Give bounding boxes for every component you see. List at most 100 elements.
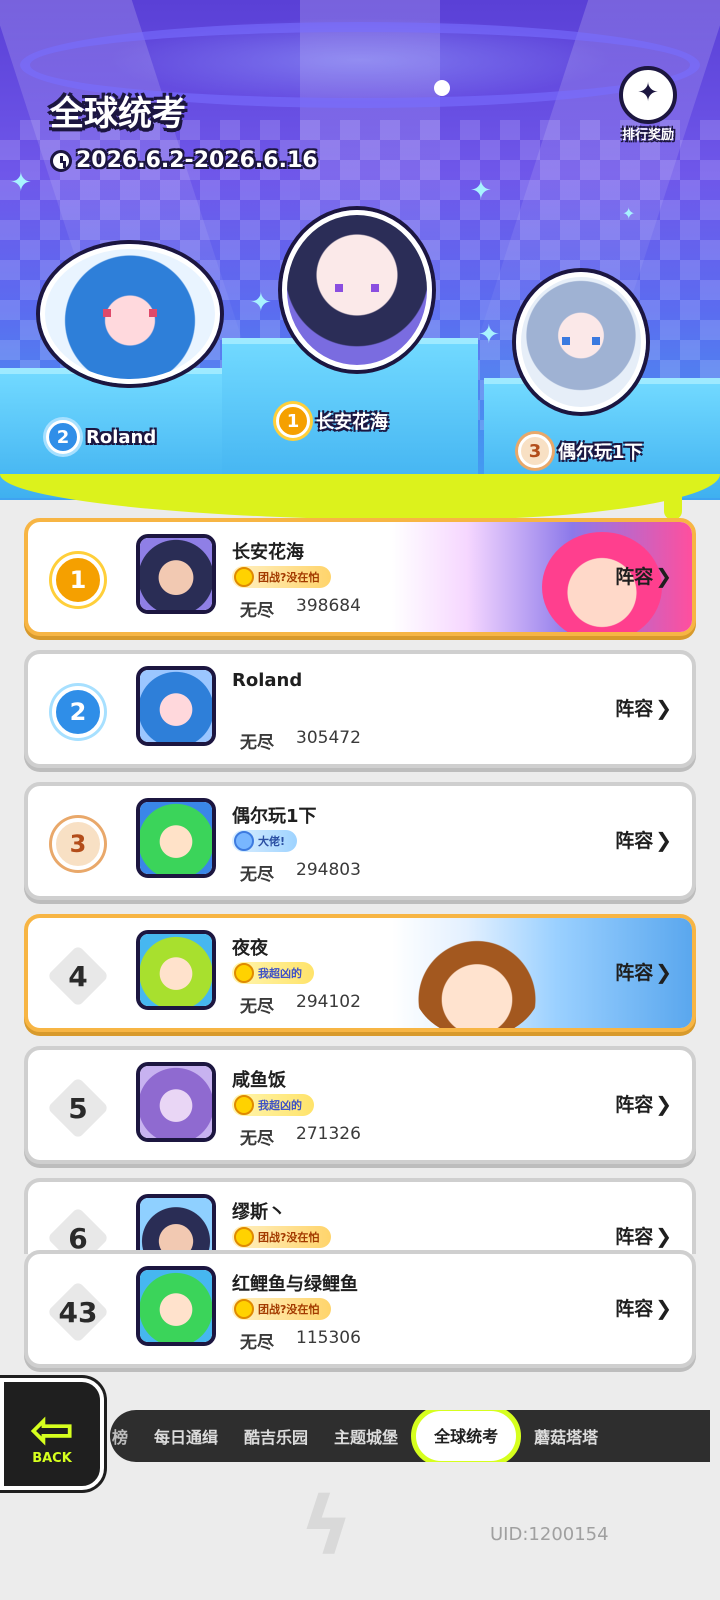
tab-daily-wanted[interactable]: 每日通缉 xyxy=(141,1424,231,1448)
leaderboard-row[interactable]: 1 长安花海 团战?没在怕 无尽 398684 阵容 ❯ xyxy=(24,518,696,636)
podium-winner-third: 3 偶尔玩1下 xyxy=(518,434,643,468)
score-value: 305472 xyxy=(296,728,361,748)
game-mode: 无尽 xyxy=(240,997,274,1017)
score-row: 无尽 294803 xyxy=(240,860,361,885)
rank-slot: 2 xyxy=(48,682,108,742)
lineup-button[interactable]: 阵容 ❯ xyxy=(615,562,672,589)
tab-theme-castle[interactable]: 主题城堡 xyxy=(321,1424,411,1448)
title-badge: 大佬! xyxy=(232,830,298,852)
podium-name: 长安花海 xyxy=(316,412,388,433)
bronze-medal-icon: 3 xyxy=(518,434,552,468)
player-name: 缪斯丶 xyxy=(232,1202,286,1223)
lineup-button[interactable]: 阵容 ❯ xyxy=(615,826,672,853)
page-title: 全球统考 xyxy=(50,94,186,134)
back-label: BACK xyxy=(32,1450,72,1466)
avatar[interactable] xyxy=(136,1266,216,1346)
rank-slot: 1 xyxy=(48,550,108,610)
sparkle-icon: ✦ xyxy=(250,288,272,318)
score-row: 无尽 294102 xyxy=(240,992,361,1017)
podium-name: 偶尔玩1下 xyxy=(558,442,643,463)
silver-medal-icon: 2 xyxy=(52,686,104,738)
bronze-medal-icon: 3 xyxy=(52,818,104,870)
my-rank-row[interactable]: 43 红鲤鱼与绿鲤鱼 团战?没在怕 无尽 115306 阵容 ❯ xyxy=(24,1250,696,1368)
stage-light-dot xyxy=(434,80,450,96)
avatar[interactable] xyxy=(136,666,216,746)
score-value: 115306 xyxy=(296,1328,361,1348)
face-badge-icon xyxy=(234,1095,254,1115)
lineup-label: 阵容 xyxy=(615,1094,654,1116)
avatar[interactable] xyxy=(136,1194,216,1254)
face-badge-icon xyxy=(234,963,254,983)
leaderboard-row[interactable]: 6 缪斯丶 团战?没在怕 阵容 ❯ xyxy=(24,1178,696,1254)
rank-slot: 4 xyxy=(46,944,110,1008)
rank-rewards-label: 排行奖励 xyxy=(621,128,674,143)
player-name: 长安花海 xyxy=(232,542,304,563)
tab-mushroom-tower[interactable]: 蘑菇塔塔 xyxy=(521,1424,611,1448)
game-mode: 无尽 xyxy=(240,1333,274,1353)
title-badge-text: 团战?没在怕 xyxy=(258,571,320,584)
lineup-label: 阵容 xyxy=(615,566,654,588)
title-badge: 团战?没在怕 xyxy=(232,1298,332,1320)
gold-medal-icon: 1 xyxy=(52,554,104,606)
podium-character-first[interactable] xyxy=(282,210,432,370)
bottom-tab-bar: 榜 每日通缉 酷吉乐园 主题城堡 全球统考 蘑菇塔塔 xyxy=(110,1410,710,1462)
leaderboard-row[interactable]: 2 Roland 无尽 305472 阵容 ❯ xyxy=(24,650,696,768)
slime-divider xyxy=(0,474,720,520)
tab-global-exam[interactable]: 全球统考 xyxy=(411,1410,522,1462)
rank-slot: 43 xyxy=(46,1280,110,1344)
avatar[interactable] xyxy=(136,534,216,614)
podium-winner-second: 2 Roland xyxy=(46,420,156,454)
avatar[interactable] xyxy=(136,798,216,878)
title-badge: 我超凶的 xyxy=(232,1094,314,1116)
title-badge: 团战?没在怕 xyxy=(232,566,332,588)
score-row: 无尽 271326 xyxy=(240,1124,361,1149)
avatar[interactable] xyxy=(136,930,216,1010)
lineup-button[interactable]: 阵容 ❯ xyxy=(615,1294,672,1321)
title-badge: 团战?没在怕 xyxy=(232,1226,332,1248)
leaf-badge-icon xyxy=(234,1227,254,1247)
player-name: 红鲤鱼与绿鲤鱼 xyxy=(232,1274,358,1295)
rank-number: 4 xyxy=(68,959,88,993)
score-value: 294803 xyxy=(296,860,361,880)
player-name: 夜夜 xyxy=(232,938,268,959)
chevron-right-icon: ❯ xyxy=(655,1295,672,1320)
tab-kuji-park[interactable]: 酷吉乐园 xyxy=(231,1424,321,1448)
title-badge-text: 我超凶的 xyxy=(258,967,302,980)
leaderboard-row[interactable]: 4 夜夜 我超凶的 无尽 294102 阵容 ❯ xyxy=(24,914,696,1032)
lineup-button[interactable]: 阵容 ❯ xyxy=(615,694,672,721)
chevron-right-icon: ❯ xyxy=(655,827,672,852)
thumbs-up-icon xyxy=(234,831,254,851)
lineup-button[interactable]: 阵容 ❯ xyxy=(615,1090,672,1117)
podium-character-third[interactable] xyxy=(516,272,646,412)
leaf-badge-icon xyxy=(234,1299,254,1319)
hero-banner: ✦ ✦ ✦ ✦ ✦ 全球统考 2026.6.2-2026.6.16 排行奖励 1… xyxy=(0,0,720,500)
rank-slot: 5 xyxy=(46,1076,110,1140)
chevron-right-icon: ❯ xyxy=(655,1223,672,1248)
avatar[interactable] xyxy=(136,1062,216,1142)
chevron-right-icon: ❯ xyxy=(655,1091,672,1116)
leaderboard-row[interactable]: 3 偶尔玩1下 大佬! 无尽 294803 阵容 ❯ xyxy=(24,782,696,900)
leaderboard-row[interactable]: 5 咸鱼饭 我超凶的 无尽 271326 阵容 ❯ xyxy=(24,1046,696,1164)
score-row: 无尽 115306 xyxy=(240,1328,361,1353)
lineup-label: 阵容 xyxy=(615,962,654,984)
game-mode: 无尽 xyxy=(240,601,274,621)
score-value: 294102 xyxy=(296,992,361,1012)
tab-leaderboard[interactable]: 榜 xyxy=(110,1424,141,1448)
lineup-button[interactable]: 阵容 ❯ xyxy=(615,1222,672,1249)
gold-medal-icon: 1 xyxy=(276,404,310,438)
title-badge-text: 我超凶的 xyxy=(258,1099,302,1112)
rank-slot: 3 xyxy=(48,814,108,874)
score-value: 271326 xyxy=(296,1124,361,1144)
event-date-row: 2026.6.2-2026.6.16 xyxy=(50,148,318,173)
score-row: 无尽 305472 xyxy=(240,728,361,753)
lineup-label: 阵容 xyxy=(615,698,654,720)
podium-character-second[interactable] xyxy=(40,244,220,384)
player-name: Roland xyxy=(232,670,303,691)
rank-rewards-button[interactable]: 排行奖励 xyxy=(612,66,684,144)
title-badge-text: 团战?没在怕 xyxy=(258,1303,320,1316)
lineup-button[interactable]: 阵容 ❯ xyxy=(615,958,672,985)
rank-number: 43 xyxy=(58,1295,98,1329)
sparkle-icon: ✦ xyxy=(478,320,500,350)
chevron-right-icon: ❯ xyxy=(655,959,672,984)
back-button[interactable]: ⇦ BACK xyxy=(0,1378,104,1490)
